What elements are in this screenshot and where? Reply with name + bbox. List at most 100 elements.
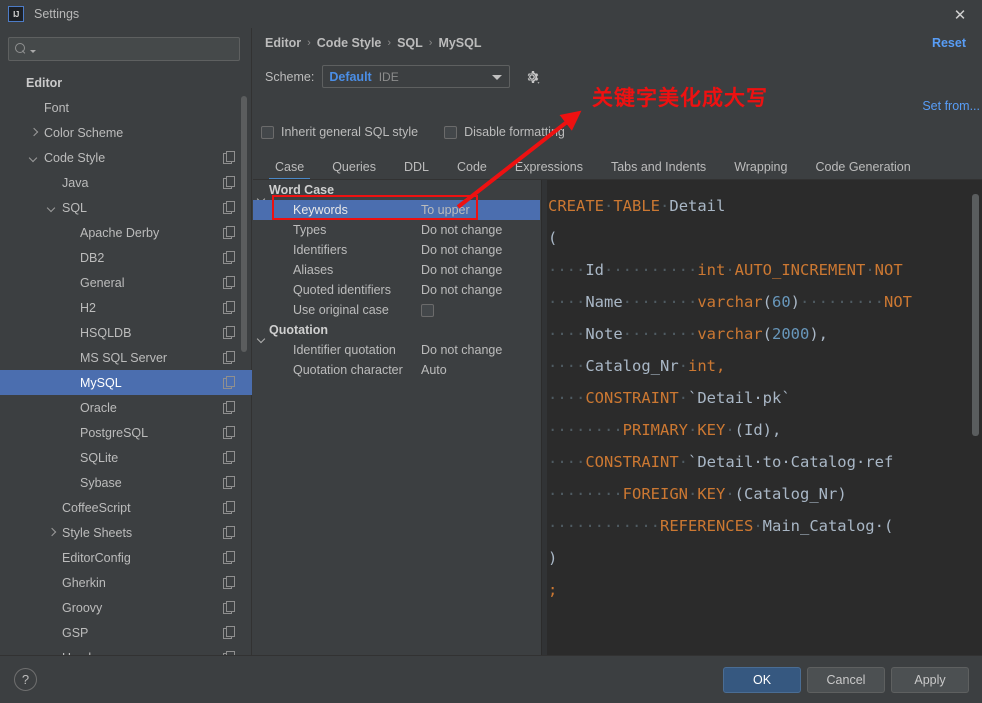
set-from-link[interactable]: Set from... <box>922 99 980 113</box>
copy-icon[interactable] <box>223 301 235 314</box>
copy-icon[interactable] <box>223 251 235 264</box>
sidebar-item-hsqldb[interactable]: HSQLDB <box>0 320 252 345</box>
sidebar-item-code-style[interactable]: Code Style <box>0 145 252 170</box>
breadcrumb-item-sql[interactable]: SQL <box>397 36 423 50</box>
copy-icon[interactable] <box>223 326 235 339</box>
sidebar-item-groovy[interactable]: Groovy <box>0 595 252 620</box>
sidebar-item-style-sheets[interactable]: Style Sheets <box>0 520 252 545</box>
copy-icon[interactable] <box>223 426 235 439</box>
settings-row-quoted-identifiers[interactable]: Quoted identifiers Do not change <box>253 280 540 300</box>
settings-row-value[interactable]: Do not change <box>421 263 502 277</box>
copy-icon[interactable] <box>223 151 235 164</box>
copy-icon[interactable] <box>223 551 235 564</box>
tab-ddl[interactable]: DDL <box>390 154 443 180</box>
chevron-right-icon[interactable] <box>28 127 40 139</box>
breadcrumb-item-code-style[interactable]: Code Style <box>317 36 382 50</box>
sidebar-item-sqlite[interactable]: SQLite <box>0 445 252 470</box>
settings-row-value[interactable]: Do not change <box>421 283 502 297</box>
sidebar-item-apache-derby[interactable]: Apache Derby <box>0 220 252 245</box>
settings-row-use-original-case[interactable]: Use original case <box>253 300 540 320</box>
chevron-down-icon[interactable] <box>28 152 40 164</box>
close-icon[interactable]: ✕ <box>950 5 970 25</box>
tab-queries[interactable]: Queries <box>318 154 390 180</box>
settings-row-checkbox[interactable] <box>421 303 434 317</box>
copy-icon[interactable] <box>223 226 235 239</box>
sidebar-item-general[interactable]: General <box>0 270 252 295</box>
copy-icon[interactable] <box>223 201 235 214</box>
code-token: · <box>725 421 735 439</box>
sidebar-scrollbar[interactable] <box>241 96 247 352</box>
copy-icon[interactable] <box>223 176 235 189</box>
sidebar-item-gsp[interactable]: GSP <box>0 620 252 645</box>
tab-wrapping[interactable]: Wrapping <box>720 154 801 180</box>
settings-row-word-case[interactable]: Word Case <box>253 180 540 200</box>
ok-button[interactable]: OK <box>723 667 801 693</box>
cancel-button[interactable]: Cancel <box>807 667 885 693</box>
preview-vertical-scrollbar[interactable] <box>972 194 979 436</box>
sidebar-item-gherkin[interactable]: Gherkin <box>0 570 252 595</box>
settings-row-quotation-character[interactable]: Quotation character Auto <box>253 360 540 380</box>
tab-code-generation[interactable]: Code Generation <box>801 154 924 180</box>
copy-icon[interactable] <box>223 401 235 414</box>
copy-icon[interactable] <box>223 501 235 514</box>
settings-row-identifier-quotation[interactable]: Identifier quotation Do not change <box>253 340 540 360</box>
tab-tabs-and-indents[interactable]: Tabs and Indents <box>597 154 720 180</box>
search-input[interactable] <box>36 42 239 56</box>
inherit-general-sql-style-checkbox[interactable]: Inherit general SQL style <box>261 125 418 139</box>
scheme-dropdown[interactable]: Default IDE <box>322 65 511 88</box>
settings-row-identifiers[interactable]: Identifiers Do not change <box>253 240 540 260</box>
sidebar-item-java[interactable]: Java <box>0 170 252 195</box>
sidebar-item-label: MS SQL Server <box>80 350 168 365</box>
settings-row-value[interactable]: Do not change <box>421 243 502 257</box>
gear-icon[interactable] <box>524 69 540 85</box>
settings-row-quotation[interactable]: Quotation <box>253 320 540 340</box>
settings-row-value[interactable]: Do not change <box>421 343 502 357</box>
copy-icon[interactable] <box>223 351 235 364</box>
breadcrumb-item-mysql[interactable]: MySQL <box>438 36 481 50</box>
settings-row-value[interactable]: Do not change <box>421 223 502 237</box>
settings-row-types[interactable]: Types Do not change <box>253 220 540 240</box>
apply-button[interactable]: Apply <box>891 667 969 693</box>
sidebar-item-sybase[interactable]: Sybase <box>0 470 252 495</box>
sidebar-item-editor[interactable]: Editor <box>0 70 252 95</box>
code-token: ············ <box>548 517 660 535</box>
code-token: · <box>678 389 688 407</box>
sidebar-item-coffeescript[interactable]: CoffeeScript <box>0 495 252 520</box>
tab-case[interactable]: Case <box>261 154 318 180</box>
sidebar-item-ms-sql-server[interactable]: MS SQL Server <box>0 345 252 370</box>
copy-icon[interactable] <box>223 376 235 389</box>
settings-row-keywords[interactable]: Keywords To upper <box>253 200 540 220</box>
settings-row-value[interactable]: Auto <box>421 363 447 377</box>
copy-icon[interactable] <box>223 626 235 639</box>
code-token: · <box>687 485 698 503</box>
chevron-right-icon[interactable] <box>46 527 58 539</box>
sidebar-item-sql[interactable]: SQL <box>0 195 252 220</box>
copy-icon[interactable] <box>223 576 235 589</box>
help-button[interactable]: ? <box>14 668 37 691</box>
copy-icon[interactable] <box>223 526 235 539</box>
sidebar-item-h2[interactable]: H2 <box>0 295 252 320</box>
copy-icon[interactable] <box>223 451 235 464</box>
sidebar-item-postgresql[interactable]: PostgreSQL <box>0 420 252 445</box>
reset-link[interactable]: Reset <box>932 36 966 50</box>
sidebar-item-mysql[interactable]: MySQL <box>0 370 252 395</box>
copy-icon[interactable] <box>223 601 235 614</box>
sidebar-item-font[interactable]: Font <box>0 95 252 120</box>
breadcrumb-item-editor[interactable]: Editor <box>265 36 301 50</box>
settings-row-aliases[interactable]: Aliases Do not change <box>253 260 540 280</box>
sidebar-item-color-scheme[interactable]: Color Scheme <box>0 120 252 145</box>
tab-expressions[interactable]: Expressions <box>501 154 597 180</box>
settings-tree: Editor Font Color Scheme Code Style Java SQL A… <box>0 70 252 655</box>
sidebar-item-haml[interactable]: Haml <box>0 645 252 655</box>
settings-row-value[interactable]: To upper <box>421 203 470 217</box>
tab-code[interactable]: Code <box>443 154 501 180</box>
sidebar-item-oracle[interactable]: Oracle <box>0 395 252 420</box>
sidebar-item-editorconfig[interactable]: EditorConfig <box>0 545 252 570</box>
sidebar-item-db2[interactable]: DB2 <box>0 245 252 270</box>
copy-icon[interactable] <box>223 276 235 289</box>
search-box[interactable] <box>8 37 240 61</box>
disable-formatting-checkbox[interactable]: Disable formatting <box>444 125 565 139</box>
copy-icon[interactable] <box>223 476 235 489</box>
chevron-down-icon[interactable] <box>46 202 58 214</box>
title-bar: IJ Settings ✕ <box>0 0 982 28</box>
